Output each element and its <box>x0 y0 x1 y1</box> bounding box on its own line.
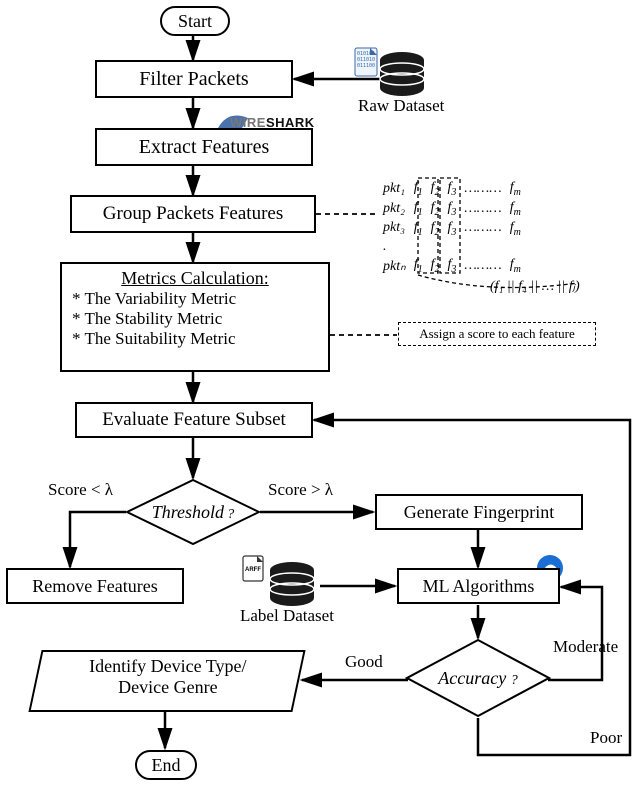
remove-features-box: Remove Features <box>6 568 184 604</box>
wireshark-label: WIRESHARK <box>230 115 315 130</box>
poor-label: Poor <box>590 728 622 748</box>
binary-icon-text: 010101 011010 011100 <box>357 51 375 69</box>
identify-device-box: Identify Device Type/ Device Genre <box>28 650 305 712</box>
group-packets-box: Group Packets Features <box>70 195 316 233</box>
metric-suitability: * The Suitability Metric <box>72 329 318 349</box>
assign-score-note: Assign a score to each feature <box>398 322 596 346</box>
moderate-label: Moderate <box>553 637 618 657</box>
evaluate-box: Evaluate Feature Subset <box>75 402 313 438</box>
end-node: End <box>135 750 197 780</box>
arff-icon-text: ARFF <box>245 567 261 573</box>
generate-fingerprint-box: Generate Fingerprint <box>375 494 583 530</box>
feature-matrix: pkt₁f1f2f3………fm pkt₂f1f2f3………fm pkt₃f1f2… <box>378 178 526 277</box>
metrics-title: Metrics Calculation: <box>72 268 318 289</box>
good-label: Good <box>345 652 383 672</box>
metric-variability: * The Variability Metric <box>72 289 318 309</box>
score-lt-label: Score < λ <box>48 480 113 500</box>
accuracy-decision: Accuracy ? <box>405 638 551 718</box>
start-node: Start <box>160 6 230 36</box>
metrics-box: Metrics Calculation: * The Variability M… <box>60 262 330 372</box>
feature-concat: (f₁ || f₄ || … || fⱼ) <box>490 278 580 295</box>
extract-features-box: Extract Features <box>95 128 313 166</box>
metric-stability: * The Stability Metric <box>72 309 318 329</box>
raw-dataset-label: Raw Dataset <box>358 96 444 116</box>
label-dataset-label: Label Dataset <box>240 606 334 626</box>
threshold-decision: Threshold ? <box>125 478 261 546</box>
ml-algorithms-box: ML Algorithms <box>397 568 560 604</box>
filter-packets-box: Filter Packets <box>95 60 293 98</box>
score-gt-label: Score > λ <box>268 480 333 500</box>
